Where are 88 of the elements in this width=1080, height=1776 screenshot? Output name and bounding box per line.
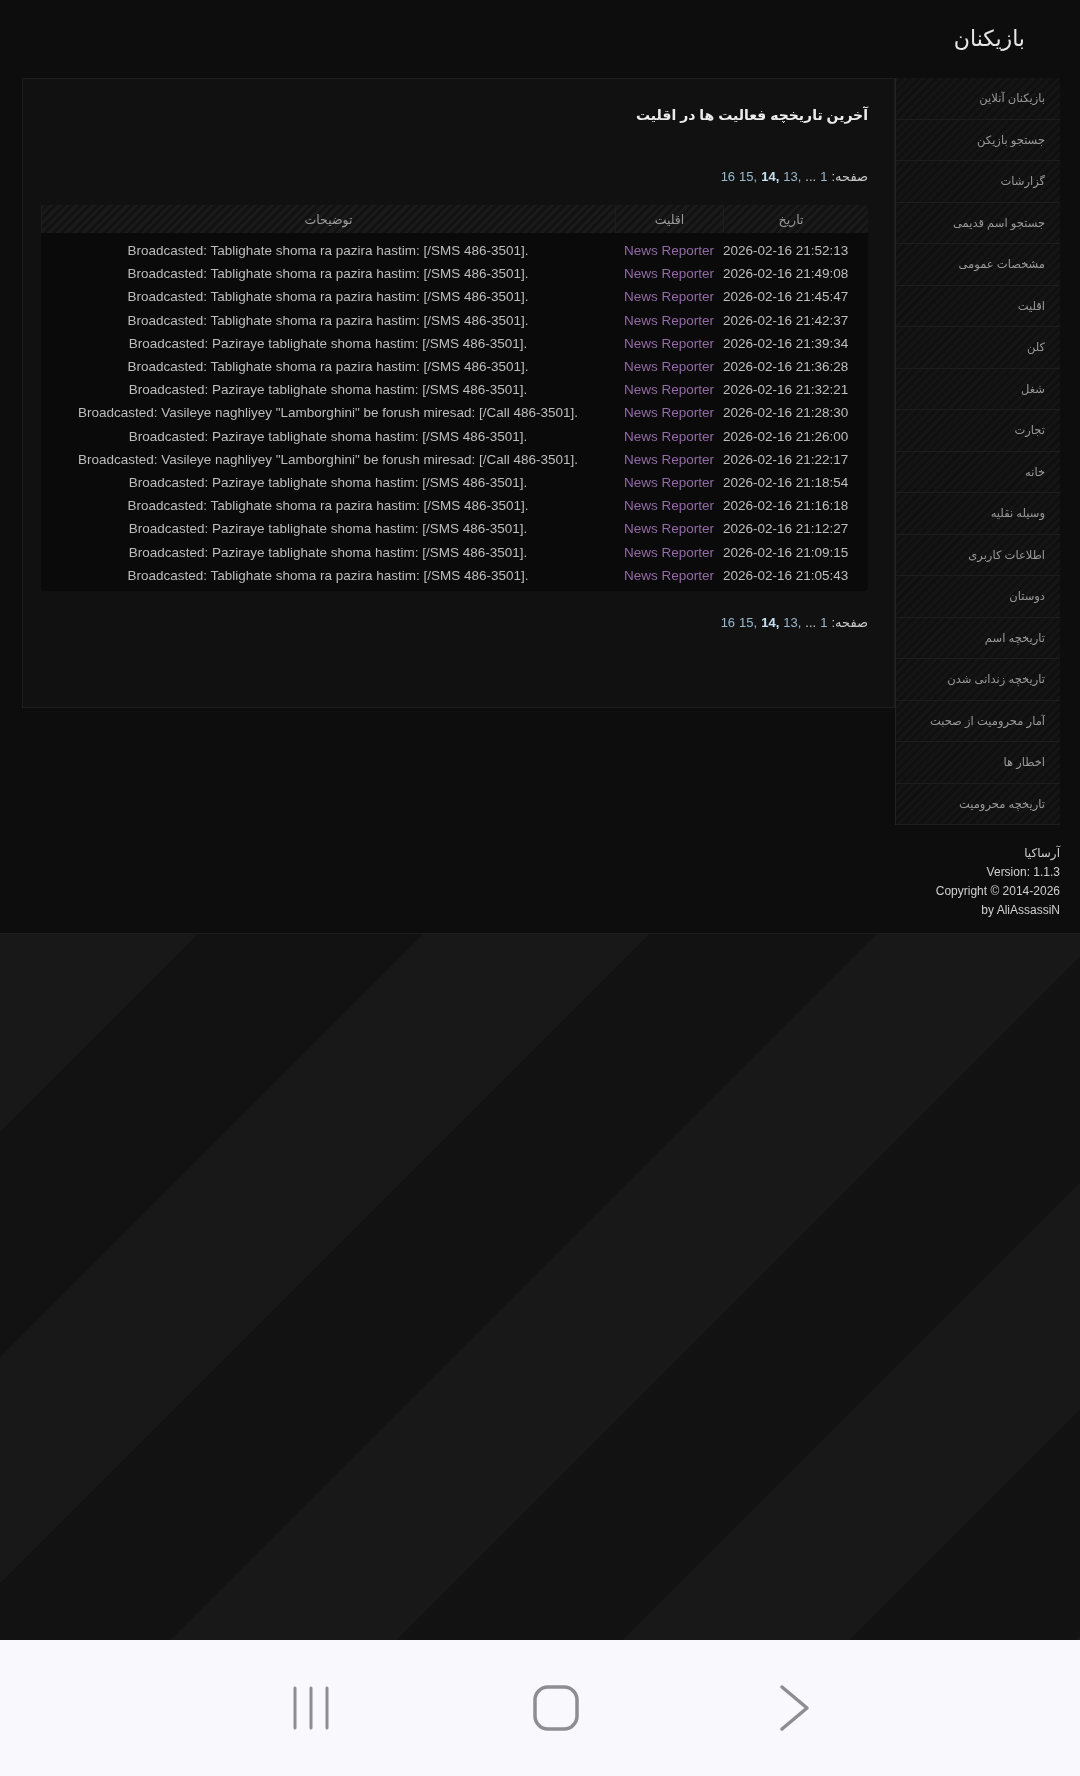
description-cell-text: Broadcasted: Tablighate shoma ra pazira hastim: [/SMS 486-3501]. [126,243,530,259]
date-cell-text: 2026-02-16 21:32:21 [723,382,850,398]
page-link[interactable]: 16 [720,614,736,630]
faction-link[interactable]: News Reporter [624,312,714,328]
sidebar-link[interactable]: تاریخچه اسم [896,617,1060,659]
site-title: بازیکنان [953,26,1025,52]
date-cell-text: 2026-02-16 21:52:13 [723,243,850,259]
home-icon[interactable] [532,1684,580,1732]
page-link[interactable]: 13, [783,169,802,184]
sidebar-link[interactable]: جستجو بازیکن [896,119,1060,161]
date-cell-text: 2026-02-16 21:09:15 [723,544,850,560]
sidebar-link[interactable]: شغل [896,368,1060,410]
sidebar-link[interactable]: خانه [896,451,1060,493]
panel-title: آخرین تاریخچه فعالیت ها در اقلیت [636,107,868,123]
description-cell-text: Broadcasted: Tablighate shoma ra pazira hastim: [/SMS 486-3501]. [126,312,530,328]
sidebar-link[interactable]: اقلیت [896,285,1060,327]
faction-link[interactable]: News Reporter [624,335,714,351]
date-cell-text: 2026-02-16 21:42:37 [723,312,850,328]
date-cell-text: 2026-02-16 21:28:30 [723,405,850,421]
sidebar-link[interactable]: وسیله نقلیه [896,493,1060,535]
page-link[interactable]: 1 [820,614,828,630]
date-cell-text: 2026-02-16 21:36:28 [723,359,850,375]
sidebar-link[interactable]: اطلاعات کاربری [896,534,1060,576]
description-cell-text: Broadcasted: Vasileye naghliyey "Lamborghini" be forush miresad: [/Call 486-3501]. [76,405,580,421]
date-cell-text: 2026-02-16 21:16:18 [723,498,850,514]
faction-link[interactable]: News Reporter [624,451,714,467]
sidebar-link[interactable]: گزارشات [896,161,1060,203]
footer-text: Version: 1.1.3 [986,864,1060,881]
description-cell-text: Broadcasted: Tablighate shoma ra pazira hastim: [/SMS 486-3501]. [126,359,530,375]
date-cell-text: 2026-02-16 21:39:34 [723,335,850,351]
column-header: اقلیت [615,205,723,233]
column-header: تاریخ [723,205,868,233]
faction-link[interactable]: News Reporter [624,243,714,259]
description-cell-text: Broadcasted: Tablighate shoma ra pazira hastim: [/SMS 486-3501]. [126,567,530,583]
sidebar-link[interactable]: تاریخچه محرومیت [896,783,1060,825]
sidebar-link[interactable]: جستجو اسم قدیمی [896,202,1060,244]
faction-link[interactable]: News Reporter [624,498,714,514]
sidebar-link[interactable]: مشخصات عمومی [896,244,1060,286]
date-cell-text: 2026-02-16 21:05:43 [723,567,850,583]
description-cell-text: Broadcasted: Tablighate shoma ra pazira hastim: [/SMS 486-3501]. [126,498,530,514]
footer-text: Copyright © 2014-2026 [935,883,1060,900]
description-cell-text: Broadcasted: Paziraye tablighate shoma hastim: [/SMS 486-3501]. [127,382,529,398]
faction-link[interactable]: News Reporter [624,474,714,490]
description-cell-text: Broadcasted: Tablighate shoma ra pazira hastim: [/SMS 486-3501]. [126,266,530,282]
footer-text: آرساکیا [1024,845,1060,862]
description-cell-text: Broadcasted: Paziraye tablighate shoma hastim: [/SMS 486-3501]. [127,335,529,351]
sidebar-link[interactable]: بازیکنان آنلاین [896,78,1060,120]
page-link[interactable]: 14, [761,614,780,630]
faction-link[interactable]: News Reporter [624,266,714,282]
sidebar-link[interactable]: اخطار ها [896,742,1060,784]
pagination-ellipsis: ... [805,614,817,630]
page-link[interactable]: 14, [761,169,780,184]
date-cell-text: 2026-02-16 21:45:47 [723,289,850,305]
description-cell-text: Broadcasted: Paziraye tablighate shoma hastim: [/SMS 486-3501]. [127,521,529,537]
faction-link[interactable]: News Reporter [624,428,714,444]
date-cell-text: 2026-02-16 21:26:00 [723,428,850,444]
pagination-label: صفحه: [831,169,868,184]
sidebar-link[interactable]: تجارت [896,410,1060,452]
description-cell-text: Broadcasted: Tablighate shoma ra pazira hastim: [/SMS 486-3501]. [126,289,530,305]
pagination-label: صفحه: [831,614,868,630]
footer-text: by AliAssassiN [981,902,1060,919]
description-cell-text: Broadcasted: Paziraye tablighate shoma hastim: [/SMS 486-3501]. [127,428,529,444]
page-link[interactable]: 15, [739,614,758,630]
faction-link[interactable]: News Reporter [624,289,714,305]
description-cell-text: Broadcasted: Paziraye tablighate shoma hastim: [/SMS 486-3501]. [127,474,529,490]
page-link[interactable]: 15, [739,169,758,184]
date-cell-text: 2026-02-16 21:12:27 [723,521,850,537]
back-icon[interactable] [778,1684,811,1732]
sidebar-link[interactable]: آمار محرومیت از صحبت [896,700,1060,742]
faction-link[interactable]: News Reporter [624,521,714,537]
description-cell-text: Broadcasted: Vasileye naghliyey "Lamborghini" be forush miresad: [/Call 486-3501]. [76,451,580,467]
sidebar-link[interactable]: کلن [896,327,1060,369]
pagination-ellipsis: ... [805,169,817,184]
page-link[interactable]: 13, [783,614,802,630]
faction-link[interactable]: News Reporter [624,359,714,375]
date-cell-text: 2026-02-16 21:18:54 [723,474,850,490]
faction-link[interactable]: News Reporter [624,544,714,560]
date-cell-text: 2026-02-16 21:22:17 [723,451,850,467]
column-header: توضیحات [41,205,615,233]
faction-link[interactable]: News Reporter [624,382,714,398]
sidebar-link[interactable]: دوستان [896,576,1060,618]
sidebar-link[interactable]: تاریخچه زندانی شدن [896,659,1060,701]
page-link[interactable]: 16 [720,169,736,184]
date-cell-text: 2026-02-16 21:49:08 [723,266,850,282]
faction-link[interactable]: News Reporter [624,567,714,583]
description-cell-text: Broadcasted: Paziraye tablighate shoma hastim: [/SMS 486-3501]. [127,544,529,560]
faction-link[interactable]: News Reporter [624,405,714,421]
page-link[interactable]: 1 [820,169,828,184]
